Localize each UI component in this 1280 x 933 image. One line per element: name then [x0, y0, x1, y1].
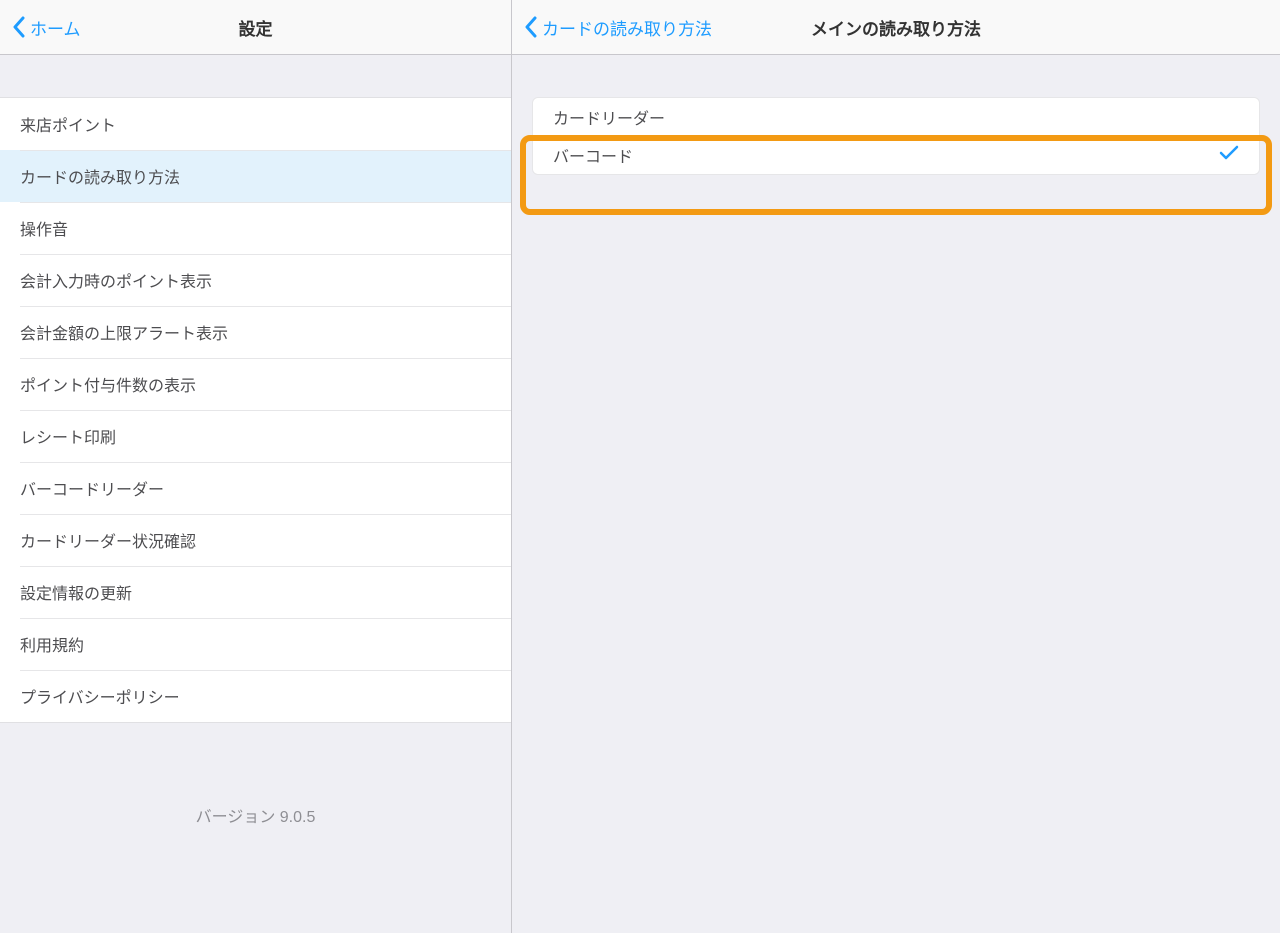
sidebar-item-label: 会計入力時のポイント表示 — [20, 268, 212, 292]
sidebar-item-card-read-method[interactable]: カードの読み取り方法 — [0, 150, 511, 202]
right-navbar: カードの読み取り方法 メインの読み取り方法 — [512, 0, 1280, 55]
option-label: カードリーダー — [553, 105, 665, 129]
back-to-home-label: ホーム — [30, 15, 81, 40]
sidebar-item-privacy-policy[interactable]: プライバシーポリシー — [0, 670, 511, 722]
sidebar-item-label: バーコードリーダー — [20, 476, 164, 500]
left-navbar: ホーム 設定 — [0, 0, 511, 55]
back-to-home-button[interactable]: ホーム — [8, 11, 85, 44]
right-title: メインの読み取り方法 — [811, 15, 981, 40]
sidebar-item-label: カードの読み取り方法 — [20, 164, 180, 188]
sidebar-item-barcode-reader[interactable]: バーコードリーダー — [0, 462, 511, 514]
chevron-left-icon — [12, 16, 26, 38]
sidebar-item-label: 来店ポイント — [20, 112, 116, 136]
sidebar-item-label: 利用規約 — [20, 632, 84, 656]
sidebar-item-visit-points[interactable]: 来店ポイント — [0, 98, 511, 150]
back-to-card-read-method-label: カードの読み取り方法 — [542, 15, 712, 40]
sidebar-item-terms[interactable]: 利用規約 — [0, 618, 511, 670]
chevron-left-icon — [524, 16, 538, 38]
sidebar-item-label: ポイント付与件数の表示 — [20, 372, 196, 396]
sidebar-item-label: プライバシーポリシー — [20, 684, 180, 708]
option-label: バーコード — [553, 143, 633, 167]
sidebar-item-point-display-on-checkout[interactable]: 会計入力時のポイント表示 — [0, 254, 511, 306]
sidebar-item-amount-upper-alert[interactable]: 会計金額の上限アラート表示 — [0, 306, 511, 358]
sidebar-item-label: レシート印刷 — [20, 424, 116, 448]
version-label: バージョン 9.0.5 — [0, 803, 511, 827]
option-barcode[interactable]: バーコード — [533, 136, 1259, 174]
main-read-method-options: カードリーダー バーコード — [532, 97, 1260, 175]
sidebar-item-label: カードリーダー状況確認 — [20, 528, 196, 552]
sidebar-item-label: 設定情報の更新 — [20, 580, 132, 604]
option-card-reader[interactable]: カードリーダー — [533, 98, 1259, 136]
left-title: 設定 — [239, 15, 273, 40]
settings-master-pane: ホーム 設定 来店ポイント カードの読み取り方法 操作音 会計入力時のポイント表… — [0, 0, 512, 933]
sidebar-item-point-grant-count-display[interactable]: ポイント付与件数の表示 — [0, 358, 511, 410]
sidebar-item-card-reader-status[interactable]: カードリーダー状況確認 — [0, 514, 511, 566]
sidebar-item-sound[interactable]: 操作音 — [0, 202, 511, 254]
sidebar-item-update-settings[interactable]: 設定情報の更新 — [0, 566, 511, 618]
settings-menu: 来店ポイント カードの読み取り方法 操作音 会計入力時のポイント表示 会計金額の… — [0, 97, 511, 723]
check-icon — [1219, 145, 1239, 166]
sidebar-item-label: 操作音 — [20, 216, 68, 240]
settings-detail-pane: カードの読み取り方法 メインの読み取り方法 カードリーダー バーコード — [512, 0, 1280, 933]
sidebar-item-label: 会計金額の上限アラート表示 — [20, 320, 228, 344]
sidebar-item-receipt-print[interactable]: レシート印刷 — [0, 410, 511, 462]
back-to-card-read-method-button[interactable]: カードの読み取り方法 — [520, 11, 716, 44]
